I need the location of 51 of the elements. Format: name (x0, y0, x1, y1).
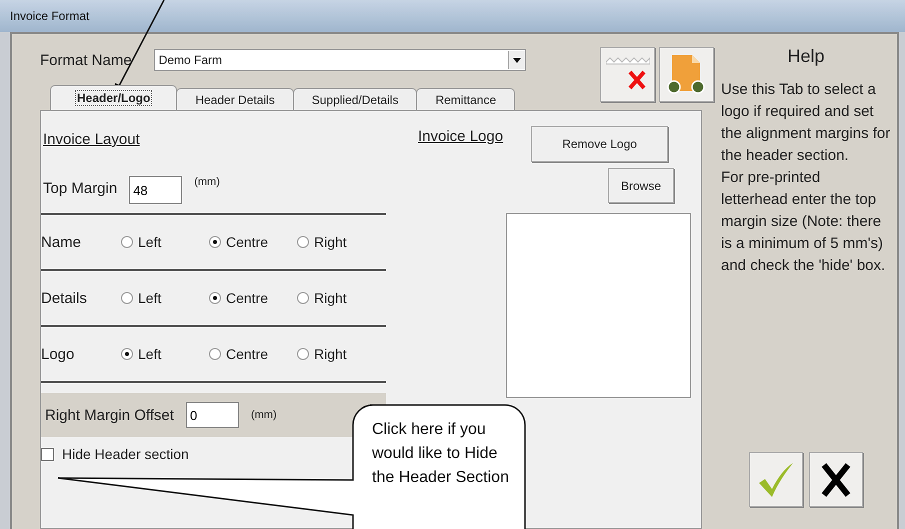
radio-button[interactable] (297, 348, 309, 360)
field-label: Right Margin Offset (45, 406, 174, 424)
radio-option[interactable]: Left (121, 234, 209, 250)
radio-button[interactable] (121, 292, 133, 304)
radio-option[interactable]: Centre (209, 290, 297, 306)
radio-button[interactable] (209, 348, 221, 360)
radio-button[interactable] (297, 236, 309, 248)
cancel-button[interactable] (809, 452, 863, 507)
radio-option[interactable]: Right (297, 346, 385, 362)
radio-button[interactable] (121, 236, 133, 248)
section-heading: Invoice Layout (43, 131, 141, 148)
dropdown-arrow-icon (512, 58, 521, 62)
radio-option[interactable]: Left (121, 290, 209, 306)
field-label: Top Margin (43, 180, 118, 197)
help-text: Use this Tab to select a logo if required and set the alignment margins for the header section. (721, 80, 891, 166)
radio-button[interactable] (121, 348, 133, 360)
remove-logo-button[interactable]: Remove Logo (531, 126, 668, 162)
new-format-button[interactable] (659, 47, 714, 102)
radio-option[interactable]: Left (121, 346, 209, 362)
unit-label: (mm) (250, 409, 277, 421)
radio-button[interactable] (297, 292, 309, 304)
window-title: Invoice Format (10, 9, 90, 23)
radio-option[interactable]: Centre (209, 346, 297, 362)
delete-format-button[interactable] (600, 47, 655, 102)
radio-option[interactable]: Centre (209, 234, 297, 250)
radio-option[interactable]: Right (297, 290, 385, 306)
document-wheels-icon (666, 52, 708, 96)
section-heading: Invoice Logo (418, 128, 504, 145)
tab[interactable]: Supplied/Details (292, 88, 418, 110)
field-label: Name (41, 234, 82, 250)
format-name-dropdown[interactable]: Demo Farm (154, 49, 526, 71)
checkbox-label[interactable]: Hide Header section (62, 446, 189, 462)
callout-text: Click here if you would like to Hide the Header Section (372, 420, 510, 488)
field-label: Details (41, 290, 88, 306)
close-icon (821, 462, 851, 496)
checkmark-icon (757, 460, 795, 498)
browse-button[interactable]: Browse (608, 168, 674, 203)
tab[interactable]: Remittance (416, 88, 516, 110)
field-label: Logo (41, 346, 76, 362)
field-label: Format Name (40, 52, 132, 68)
unit-label: (mm) (194, 176, 220, 188)
help-title: Help (786, 46, 826, 67)
radio-button[interactable] (209, 292, 221, 304)
tab[interactable]: Header/Logo (50, 85, 178, 110)
offset-input[interactable]: 0 (186, 402, 239, 428)
radio-button[interactable] (209, 236, 221, 248)
checkbox[interactable] (41, 448, 54, 460)
help-text: For pre-printed letterhead enter the top margin size (Note: there is a minimum of 5 mm's) and check the 'hide' box. (721, 168, 886, 276)
top-margin-input[interactable]: 48 (129, 176, 182, 204)
tab[interactable]: Header Details (176, 88, 294, 110)
radio-option[interactable]: Right (297, 234, 385, 250)
